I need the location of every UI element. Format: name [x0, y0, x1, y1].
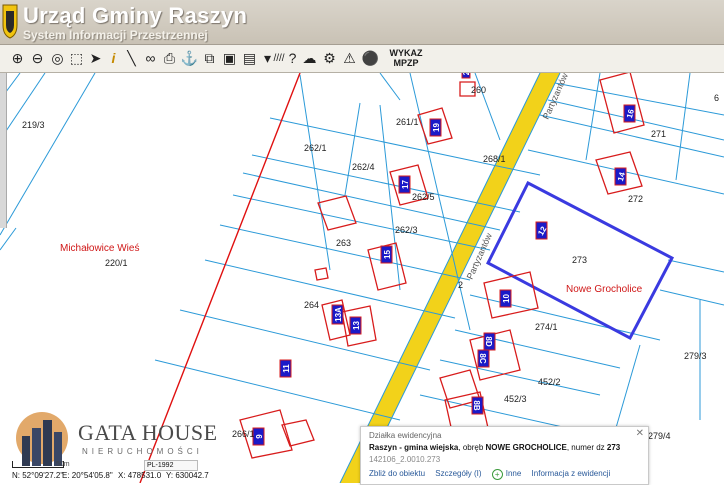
parcel-label: 262/5: [412, 192, 435, 202]
crs-select[interactable]: PL-1992: [144, 460, 198, 471]
popup-parcel-number: 273: [606, 443, 621, 452]
parcel-label: 219/3: [22, 120, 45, 130]
parcel-label: 263: [336, 238, 351, 248]
house-number: 9: [255, 434, 264, 439]
parcel-label: 264: [304, 300, 319, 310]
house-number: 13A: [334, 307, 343, 322]
cloud-icon[interactable]: ☁: [300, 47, 319, 69]
region-label: Nowe Grocholice: [566, 284, 643, 295]
parcel-label: 279/4: [648, 431, 671, 441]
scale-label: 50m: [56, 461, 70, 468]
coordinate-x: X: 478531.0: [118, 471, 162, 480]
crest-icon: [2, 4, 18, 39]
link-icon[interactable]: ∞: [141, 47, 160, 69]
parcel-label: 272: [628, 194, 643, 204]
parcel-label: 262/4: [352, 162, 375, 172]
zoom-in-icon[interactable]: ⊕: [8, 47, 27, 69]
app-header: Urząd Gminy Raszyn System Informacji Prz…: [0, 0, 724, 45]
parcel-label: 452/2: [538, 377, 561, 387]
coordinate-latitude: N: 52°09'27.2": [12, 471, 64, 480]
popup-links: Zbliż do obiektu Szczegóły (I) + Inne Inf…: [369, 469, 618, 480]
zoom-to-object-link[interactable]: Zbliż do obiektu: [369, 469, 425, 478]
region-label: Michałowice Wieś: [60, 243, 139, 254]
app-subtitle: System Informacji Przestrzennej: [23, 28, 208, 42]
registry-info-link[interactable]: Informacja z ewidencji: [532, 469, 611, 478]
house-number: 2: [462, 73, 471, 75]
house-number: 8C: [478, 353, 487, 363]
plus-icon[interactable]: +: [491, 469, 503, 480]
measure-icon[interactable]: ╲: [122, 47, 141, 69]
left-scrollbar[interactable]: [0, 73, 7, 228]
parcel-label: 262/3: [395, 225, 418, 235]
parcel-labels: 219/3 220/1 262/1 262/4 262/5 262/3 263 …: [22, 85, 719, 441]
house-number: 15: [383, 250, 392, 259]
popup-description: Raszyn - gmina wiejska, obręb NOWE GROCH…: [369, 443, 620, 452]
house-number: 11: [282, 364, 291, 373]
close-icon[interactable]: ✕: [636, 428, 644, 439]
brand-tagline: NIERUCHOMOŚCI: [82, 447, 203, 456]
parcel-label: 274/1: [535, 322, 558, 332]
parcel-info-popup: Działka ewidencyjna ✕ Raszyn - gmina wie…: [360, 426, 649, 485]
mpzp-line2: MPZP: [393, 58, 419, 68]
anchor-icon[interactable]: ⚓: [180, 47, 199, 69]
coordinate-y: Y: 630042.7: [166, 471, 209, 480]
house-number: 17: [401, 180, 410, 189]
parcel-label: 220/1: [105, 258, 128, 268]
toolbar: ⊕ ⊖ ◎ ⬚ ➤ i ╲ ∞ ⎙ ⚓ ⧉ ▣ ▤ ▾ //// ? ☁ ⚙ ⚠…: [0, 45, 724, 73]
details-link[interactable]: Szczegóły (I): [435, 469, 481, 478]
status-bar: 50m PL-1992 N: 52°09'27.2" E: 20°54'05.8…: [0, 460, 330, 483]
popup-obreb: NOWE GROCHOLICE: [485, 443, 567, 452]
select-icon[interactable]: ➤: [86, 47, 105, 69]
popup-parcel-id: 142106_2.0010.273: [369, 455, 441, 464]
coordinate-longitude: E: 20°54'05.8": [62, 471, 113, 480]
parcel-label: 266/1: [232, 429, 255, 439]
house-number: 10: [502, 294, 511, 303]
house-number: 13: [352, 321, 361, 330]
table-icon[interactable]: ▤: [240, 47, 259, 69]
export-icon[interactable]: ⧉: [200, 47, 219, 69]
parcel-label: 268/1: [483, 154, 506, 164]
house-number: 19: [432, 123, 441, 132]
parcel-label: 262/1: [304, 143, 327, 153]
popup-title: Działka ewidencyjna: [369, 431, 442, 440]
zoom-window-icon[interactable]: ⬚: [67, 47, 86, 69]
popup-text: , obręb: [458, 443, 486, 452]
mpzp-list-button[interactable]: WYKAZ MPZP: [387, 48, 425, 68]
warning-icon[interactable]: ⚠: [340, 47, 359, 69]
other-link[interactable]: Inne: [506, 469, 522, 478]
mpzp-line1: WYKAZ: [389, 48, 423, 58]
house-number: 8B: [472, 400, 481, 410]
brand-name: GATA HOUSE: [78, 420, 218, 445]
parcel-label: 260: [471, 85, 486, 95]
parcel-label: 261/1: [396, 117, 419, 127]
parcel-label: 452/3: [504, 394, 527, 404]
parcel-label: 6: [714, 93, 719, 103]
app-title: Urząd Gminy Raszyn: [23, 3, 248, 28]
popup-gmina: Raszyn - gmina wiejska: [369, 443, 459, 452]
parcel-label: 2: [458, 280, 463, 290]
gata-house-logo: GATA HOUSE NIERUCHOMOŚCI: [14, 410, 234, 466]
print-icon[interactable]: ⎙: [160, 47, 179, 69]
settings-icon[interactable]: ⚙: [320, 47, 339, 69]
house-number: 8D: [484, 336, 493, 346]
popup-text: , numer dz: [566, 443, 607, 452]
zoom-out-icon[interactable]: ⊖: [28, 47, 47, 69]
layers-icon[interactable]: ▣: [220, 47, 239, 69]
share-icon[interactable]: ⚫: [361, 47, 380, 69]
zoom-extent-icon[interactable]: ◎: [48, 47, 67, 69]
parcel-label: 271: [651, 129, 666, 139]
gata-house-emblem-icon: [16, 412, 68, 466]
parcel-label: 273: [572, 255, 587, 265]
parcel-label: 279/3: [684, 351, 707, 361]
info-icon[interactable]: i: [104, 47, 123, 69]
